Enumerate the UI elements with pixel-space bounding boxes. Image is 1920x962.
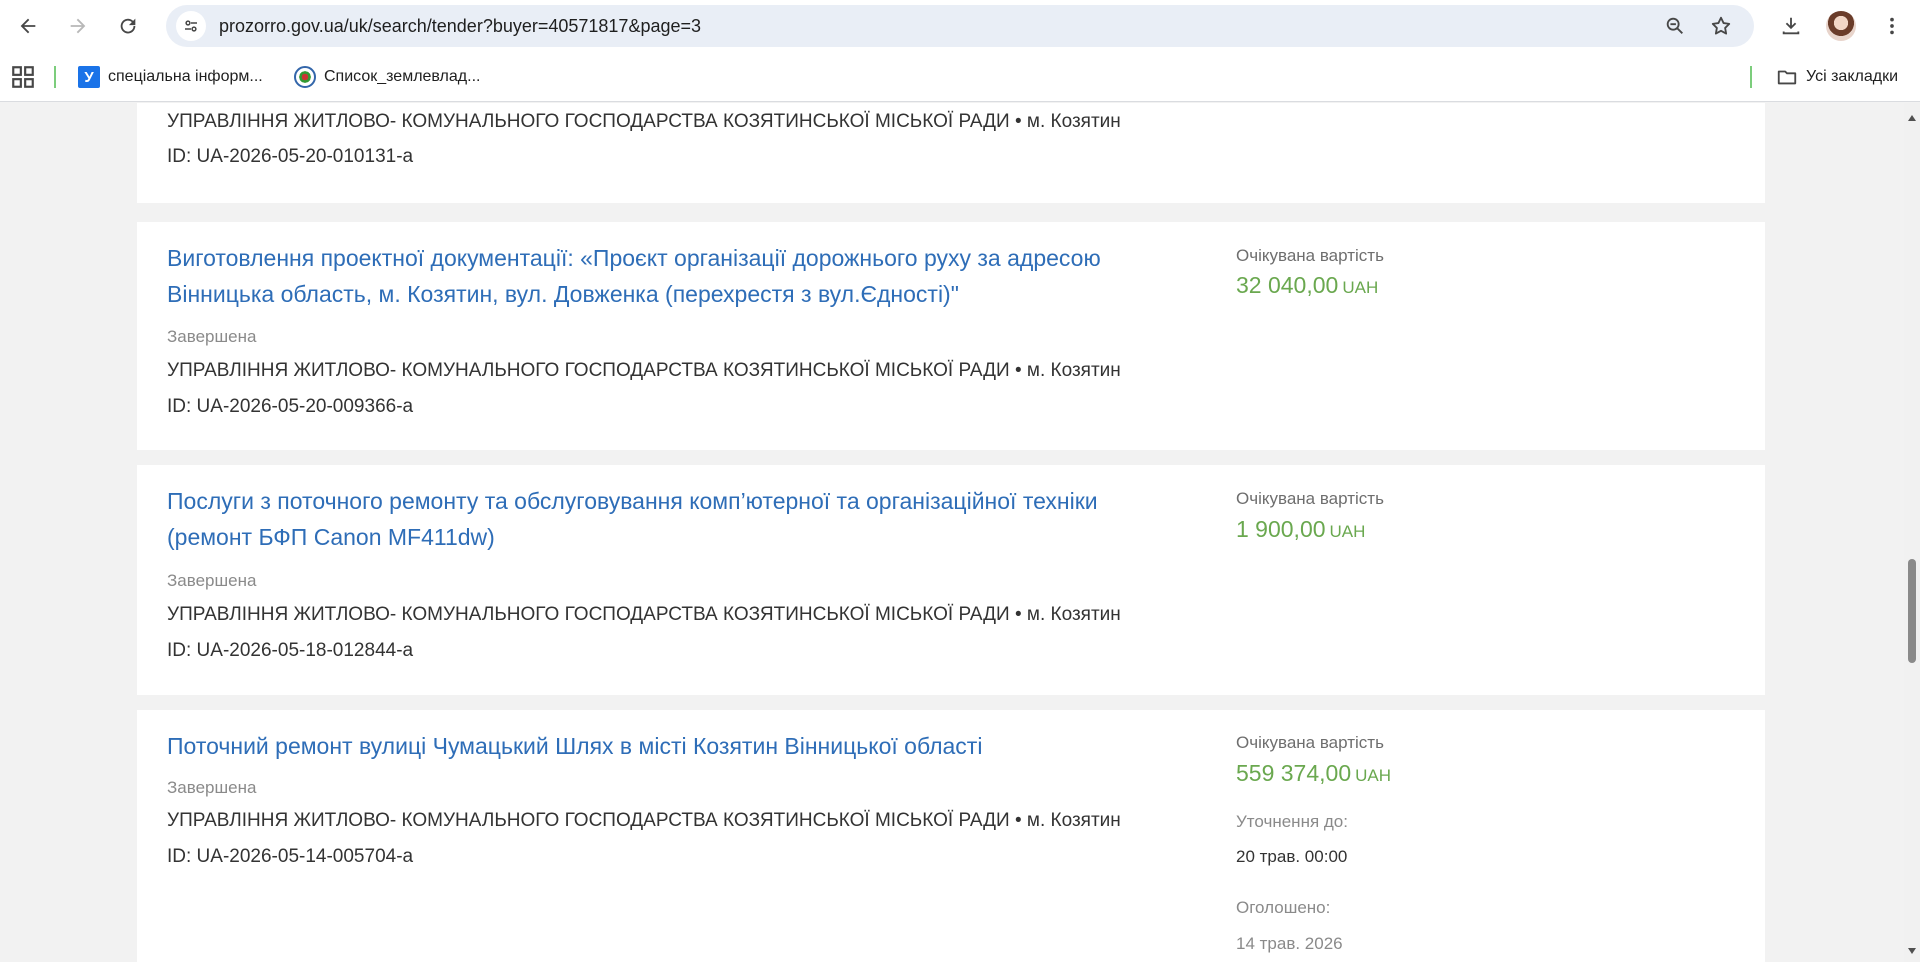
bookmarks-bar: У спеціальна інформ... Список_землевлад.… <box>0 52 1920 102</box>
tender-id: ID: UA-2026-05-20-009366-a <box>167 396 414 417</box>
tender-title-link[interactable]: Поточний ремонт вулиці Чумацький Шлях в … <box>167 728 1187 764</box>
tender-card: Послуги з поточного ремонту та обслугову… <box>137 465 1765 695</box>
zoom-button[interactable] <box>1662 13 1688 39</box>
scroll-down-icon[interactable] <box>1908 948 1916 954</box>
tender-status: Завершена <box>167 327 257 346</box>
clarification-date: 20 трав. 00:00 <box>1236 847 1348 866</box>
bookmark-star-button[interactable] <box>1708 13 1734 39</box>
browser-menu-button[interactable] <box>1872 6 1912 46</box>
tender-id: ID: UA-2026-05-18-012844-a <box>167 640 414 661</box>
tender-title-link[interactable]: Послуги з поточного ремонту та обслугову… <box>167 483 1187 555</box>
page-scrollbar[interactable] <box>1904 103 1920 962</box>
buyer-name: УПРАВЛІННЯ ЖИТЛОВО- КОМУНАЛЬНОГО ГОСПОДА… <box>167 604 1121 625</box>
browser-toolbar: prozorro.gov.ua/uk/search/tender?buyer=4… <box>0 0 1920 52</box>
announced-date: 14 трав. 2026 <box>1236 934 1343 953</box>
zoom-icon <box>1666 17 1683 34</box>
downloads-button[interactable] <box>1771 6 1811 46</box>
back-button[interactable] <box>8 6 48 46</box>
arrow-left-icon <box>20 18 36 34</box>
bookmark-label: Список_землевлад... <box>324 68 481 85</box>
forward-button[interactable] <box>58 6 98 46</box>
scrollbar-thumb[interactable] <box>1908 559 1916 663</box>
address-bar[interactable]: prozorro.gov.ua/uk/search/tender?buyer=4… <box>166 5 1754 47</box>
price-currency: UAH <box>1329 522 1366 541</box>
buyer-name: УПРАВЛІННЯ ЖИТЛОВО- КОМУНАЛЬНОГО ГОСПОДА… <box>167 810 1121 831</box>
url-text[interactable]: prozorro.gov.ua/uk/search/tender?buyer=4… <box>219 16 701 37</box>
price-label: Очікувана вартість <box>1236 733 1384 752</box>
tender-card: Виготовлення проектної документації: «Пр… <box>137 222 1765 450</box>
search-results: УПРАВЛІННЯ ЖИТЛОВО- КОМУНАЛЬНОГО ГОСПОДА… <box>0 103 1904 962</box>
announced-label: Оголошено: <box>1236 898 1331 917</box>
buyer-name: УПРАВЛІННЯ ЖИТЛОВО- КОМУНАЛЬНОГО ГОСПОДА… <box>167 360 1121 381</box>
tender-title-link[interactable]: Виготовлення проектної документації: «Пр… <box>167 240 1187 312</box>
tune-icon <box>185 20 197 32</box>
folder-icon <box>1777 70 1797 85</box>
more-vertical-icon <box>1890 17 1894 35</box>
expected-price: 32 040,00 UAH <box>1236 272 1378 299</box>
price-value: 559 374,00 <box>1236 760 1352 786</box>
bookmark-item[interactable]: У спеціальна інформ... <box>78 64 263 90</box>
star-icon <box>1711 16 1731 35</box>
tender-id: ID: UA-2026-05-20-010131-a <box>167 146 414 167</box>
price-currency: UAH <box>1355 766 1392 785</box>
reload-icon <box>120 18 136 34</box>
price-label: Очікувана вартість <box>1236 489 1384 508</box>
u-favicon-icon: У <box>78 66 100 88</box>
expected-price: 1 900,00 UAH <box>1236 516 1365 543</box>
expected-price: 559 374,00 UAH <box>1236 760 1391 787</box>
all-bookmarks-label: Усі закладки <box>1806 68 1899 85</box>
clarification-label: Уточнення до: <box>1236 812 1348 831</box>
bookmark-separator <box>54 66 56 88</box>
tender-status: Завершена <box>167 778 257 797</box>
wikimedia-favicon-icon <box>294 66 316 88</box>
all-bookmarks-button[interactable]: Усі закладки <box>1776 64 1898 90</box>
price-value: 1 900,00 <box>1236 516 1326 542</box>
tender-id: ID: UA-2026-05-14-005704-a <box>167 846 414 867</box>
profile-avatar[interactable] <box>1826 11 1856 41</box>
arrow-right-icon <box>70 18 86 34</box>
bookmark-separator <box>1750 66 1752 88</box>
price-currency: UAH <box>1342 278 1379 297</box>
download-icon <box>1782 17 1800 35</box>
scroll-up-icon[interactable] <box>1908 115 1916 121</box>
bookmark-item[interactable]: Список_землевлад... <box>294 64 480 90</box>
tender-card: Поточний ремонт вулиці Чумацький Шлях в … <box>137 710 1765 962</box>
reload-button[interactable] <box>108 6 148 46</box>
apps-grid-icon[interactable] <box>10 64 36 90</box>
price-value: 32 040,00 <box>1236 272 1339 298</box>
price-label: Очікувана вартість <box>1236 246 1384 265</box>
tender-status: Завершена <box>167 571 257 590</box>
buyer-name: УПРАВЛІННЯ ЖИТЛОВО- КОМУНАЛЬНОГО ГОСПОДА… <box>167 111 1121 132</box>
tender-card: УПРАВЛІННЯ ЖИТЛОВО- КОМУНАЛЬНОГО ГОСПОДА… <box>137 103 1765 203</box>
site-info-button[interactable] <box>176 11 206 41</box>
bookmark-label: спеціальна інформ... <box>108 68 263 85</box>
